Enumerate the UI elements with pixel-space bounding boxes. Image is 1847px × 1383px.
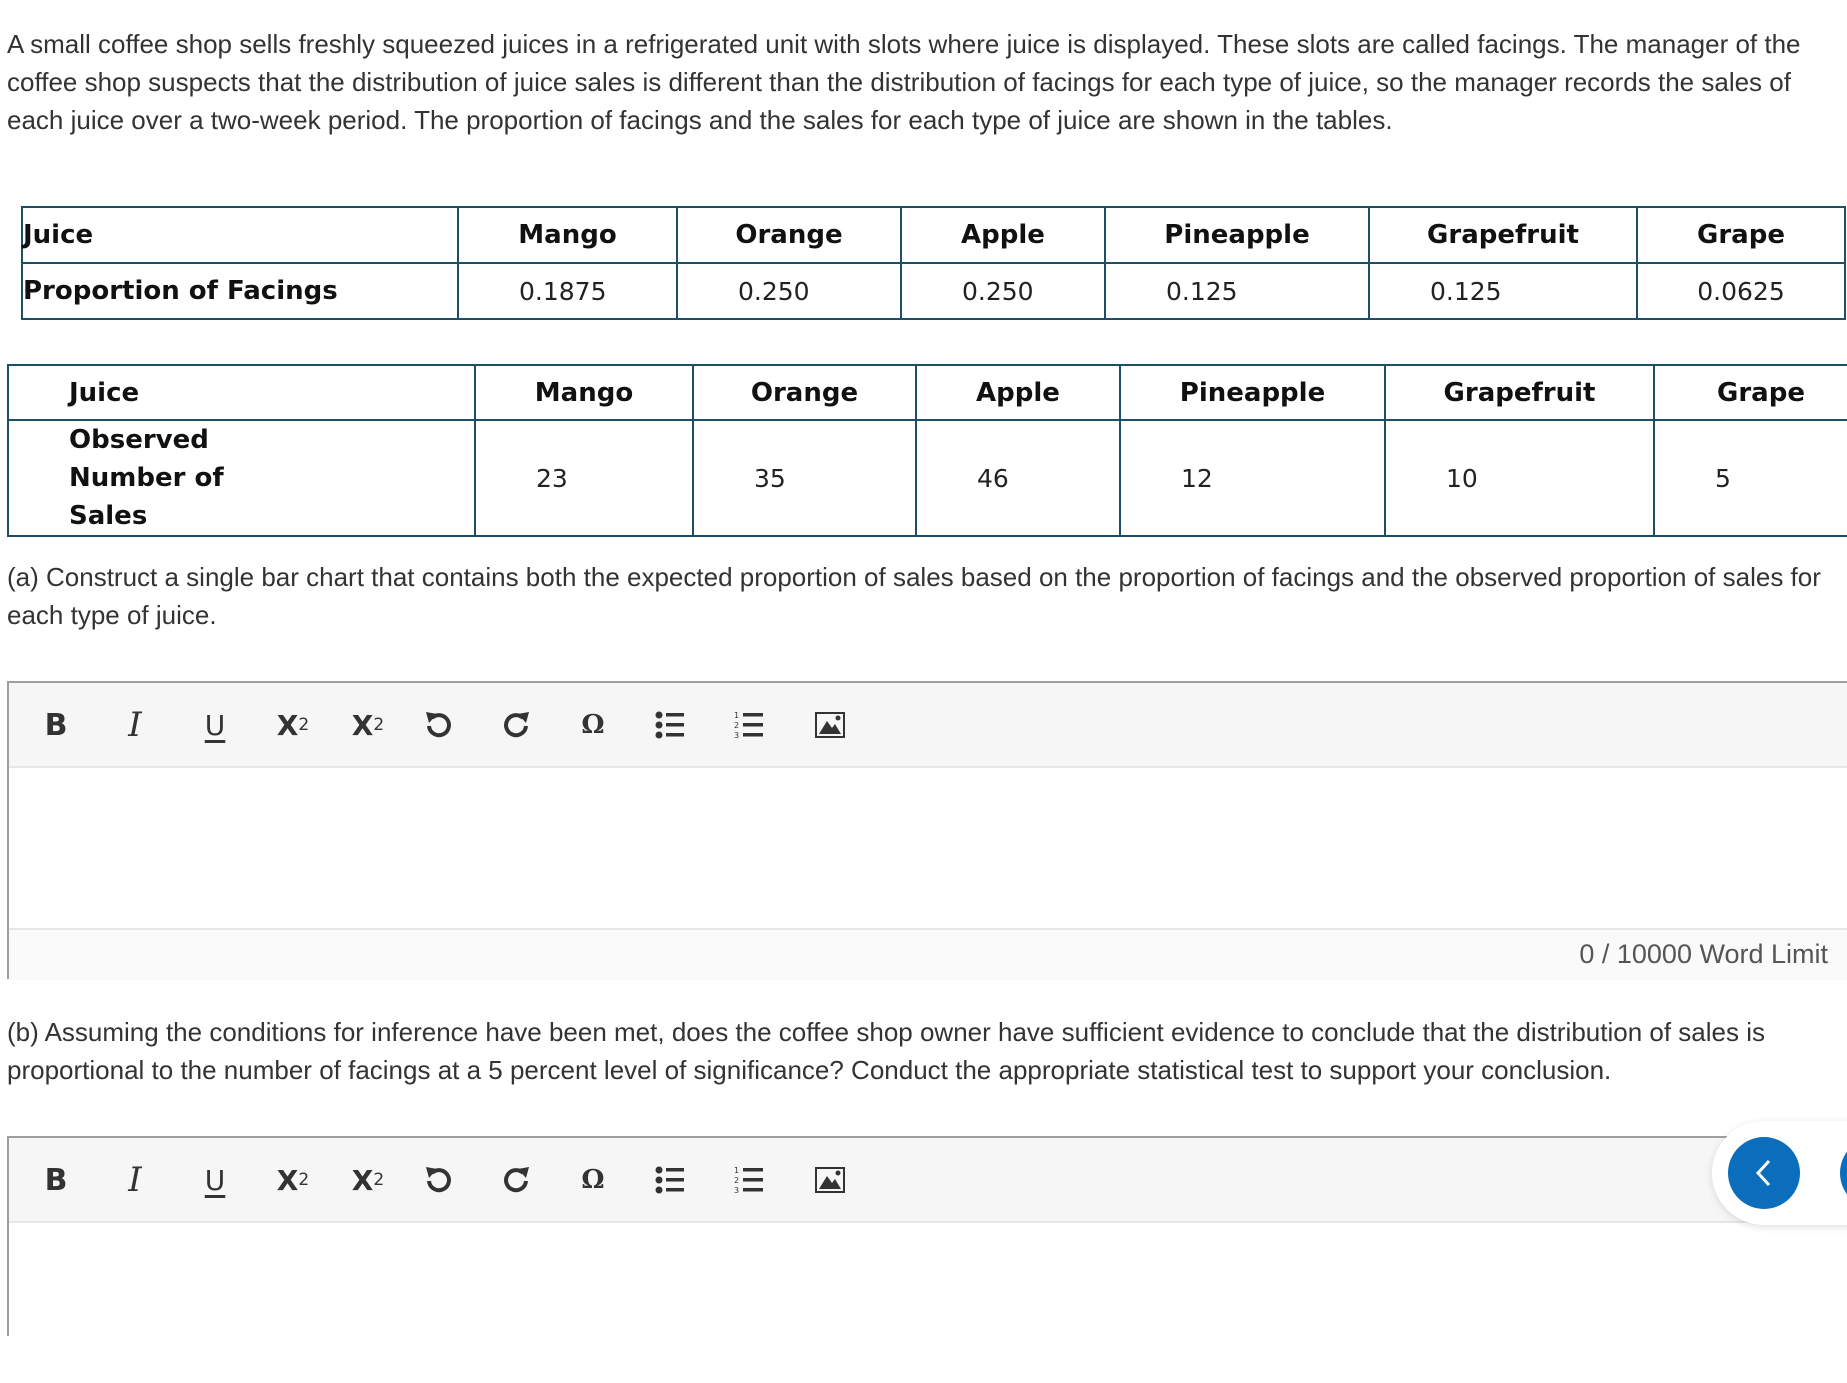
redo-button[interactable] — [494, 703, 538, 747]
italic-button[interactable]: I — [113, 703, 157, 747]
superscript-base: X — [276, 708, 299, 742]
header-cell: Grape — [1636, 206, 1846, 264]
header-cell: Pineapple — [1104, 206, 1370, 264]
bullet-list-button[interactable] — [648, 703, 692, 747]
underline-button[interactable]: U — [193, 703, 237, 747]
subscript-base: X — [351, 1163, 374, 1197]
undo-icon — [426, 712, 451, 738]
numbered-list-icon: 123 — [734, 711, 763, 740]
undo-button[interactable] — [417, 1158, 461, 1202]
superscript-exp: 2 — [298, 1170, 310, 1190]
answer-editor-b: B I U X2 X2 Ω 123 — [7, 1136, 1847, 1383]
superscript-exp: 2 — [298, 715, 310, 735]
question-intro: A small coffee shop sells freshly squeez… — [7, 29, 1801, 135]
value-cell: 23 — [474, 419, 694, 537]
superscript-button[interactable]: X2 — [271, 703, 315, 747]
editor-footer: 0 / 10000 Word Limit — [9, 928, 1847, 980]
svg-text:3: 3 — [734, 1186, 739, 1195]
row-label: Observed Number of Sales — [7, 419, 476, 537]
image-icon — [815, 712, 845, 738]
value-cell: 12 — [1119, 419, 1386, 537]
svg-text:1: 1 — [734, 1166, 739, 1175]
value-cell: 35 — [692, 419, 917, 537]
subscript-button[interactable]: X2 — [346, 703, 390, 747]
special-character-button[interactable]: Ω — [571, 703, 615, 747]
subscript-button[interactable]: X2 — [346, 1158, 390, 1202]
subscript-base: X — [351, 708, 374, 742]
answer-editor-a: B I U X2 X2 Ω 123 0 / 10000 Word Limit — [7, 681, 1847, 980]
next-button[interactable] — [1840, 1137, 1847, 1209]
redo-icon — [504, 1167, 529, 1193]
insert-image-button[interactable] — [808, 1158, 852, 1202]
table-header-row: Juice Mango Orange Apple Pineapple Grape… — [21, 206, 1846, 264]
superscript-base: X — [276, 1163, 299, 1197]
value-cell: 0.250 — [900, 262, 1106, 320]
value-cell: 0.1875 — [457, 262, 678, 320]
image-icon — [815, 1167, 845, 1193]
header-cell: Grapefruit — [1384, 364, 1655, 421]
subscript-idx: 2 — [373, 1170, 385, 1190]
editor-toolbar: B I U X2 X2 Ω 123 — [9, 1138, 1847, 1223]
special-character-button[interactable]: Ω — [571, 1158, 615, 1202]
svg-text:2: 2 — [734, 721, 739, 730]
part-b-prompt: (b) Assuming the conditions for inferenc… — [7, 1017, 1765, 1085]
svg-text:1: 1 — [734, 711, 739, 720]
bullet-list-icon — [655, 1166, 684, 1194]
table-row: Proportion of Facings 0.1875 0.250 0.250… — [21, 262, 1846, 320]
bullet-list-icon — [655, 711, 684, 739]
bold-button[interactable]: B — [34, 1158, 78, 1202]
value-cell: 5 — [1653, 419, 1847, 537]
sales-table: Juice Mango Orange Apple Pineapple Grape… — [7, 364, 1847, 537]
numbered-list-icon: 123 — [734, 1166, 763, 1195]
redo-button[interactable] — [494, 1158, 538, 1202]
numbered-list-button[interactable]: 123 — [727, 703, 771, 747]
value-cell: 0.250 — [676, 262, 902, 320]
bold-button[interactable]: B — [34, 703, 78, 747]
part-a-prompt: (a) Construct a single bar chart that co… — [7, 562, 1821, 630]
redo-icon — [504, 712, 529, 738]
subscript-idx: 2 — [373, 715, 385, 735]
underline-button[interactable]: U — [193, 1158, 237, 1202]
word-limit-counter: 0 / 10000 Word Limit — [1579, 939, 1828, 969]
svg-text:2: 2 — [734, 1176, 739, 1185]
row-label: Proportion of Facings — [21, 262, 459, 320]
chevron-left-icon — [1755, 1159, 1771, 1187]
editor-toolbar: B I U X2 X2 Ω 123 — [9, 683, 1847, 768]
header-cell: Apple — [900, 206, 1106, 264]
svg-text:3: 3 — [734, 731, 739, 740]
header-cell: Orange — [676, 206, 902, 264]
value-cell: 0.0625 — [1636, 262, 1846, 320]
header-label: Juice — [21, 206, 459, 264]
header-cell: Grapefruit — [1368, 206, 1638, 264]
answer-text-area-b[interactable] — [9, 1223, 1847, 1383]
answer-text-area-a[interactable] — [9, 768, 1847, 928]
insert-image-button[interactable] — [808, 703, 852, 747]
header-cell: Mango — [457, 206, 678, 264]
value-cell: 0.125 — [1104, 262, 1370, 320]
value-cell: 46 — [915, 419, 1121, 537]
superscript-button[interactable]: X2 — [271, 1158, 315, 1202]
header-label: Juice — [7, 364, 476, 421]
undo-icon — [426, 1167, 451, 1193]
table-header-row: Juice Mango Orange Apple Pineapple Grape… — [7, 364, 1847, 421]
header-cell: Mango — [474, 364, 694, 421]
header-cell: Grape — [1653, 364, 1847, 421]
bullet-list-button[interactable] — [648, 1158, 692, 1202]
header-cell: Pineapple — [1119, 364, 1386, 421]
header-cell: Apple — [915, 364, 1121, 421]
value-cell: 10 — [1384, 419, 1655, 537]
facings-table: Juice Mango Orange Apple Pineapple Grape… — [21, 206, 1846, 320]
value-cell: 0.125 — [1368, 262, 1638, 320]
previous-button[interactable] — [1728, 1137, 1800, 1209]
question-navigation — [1712, 1121, 1847, 1225]
table-row: Observed Number of Sales 23 35 46 12 10 … — [7, 419, 1847, 537]
undo-button[interactable] — [417, 703, 461, 747]
header-cell: Orange — [692, 364, 917, 421]
italic-button[interactable]: I — [113, 1158, 157, 1202]
numbered-list-button[interactable]: 123 — [727, 1158, 771, 1202]
